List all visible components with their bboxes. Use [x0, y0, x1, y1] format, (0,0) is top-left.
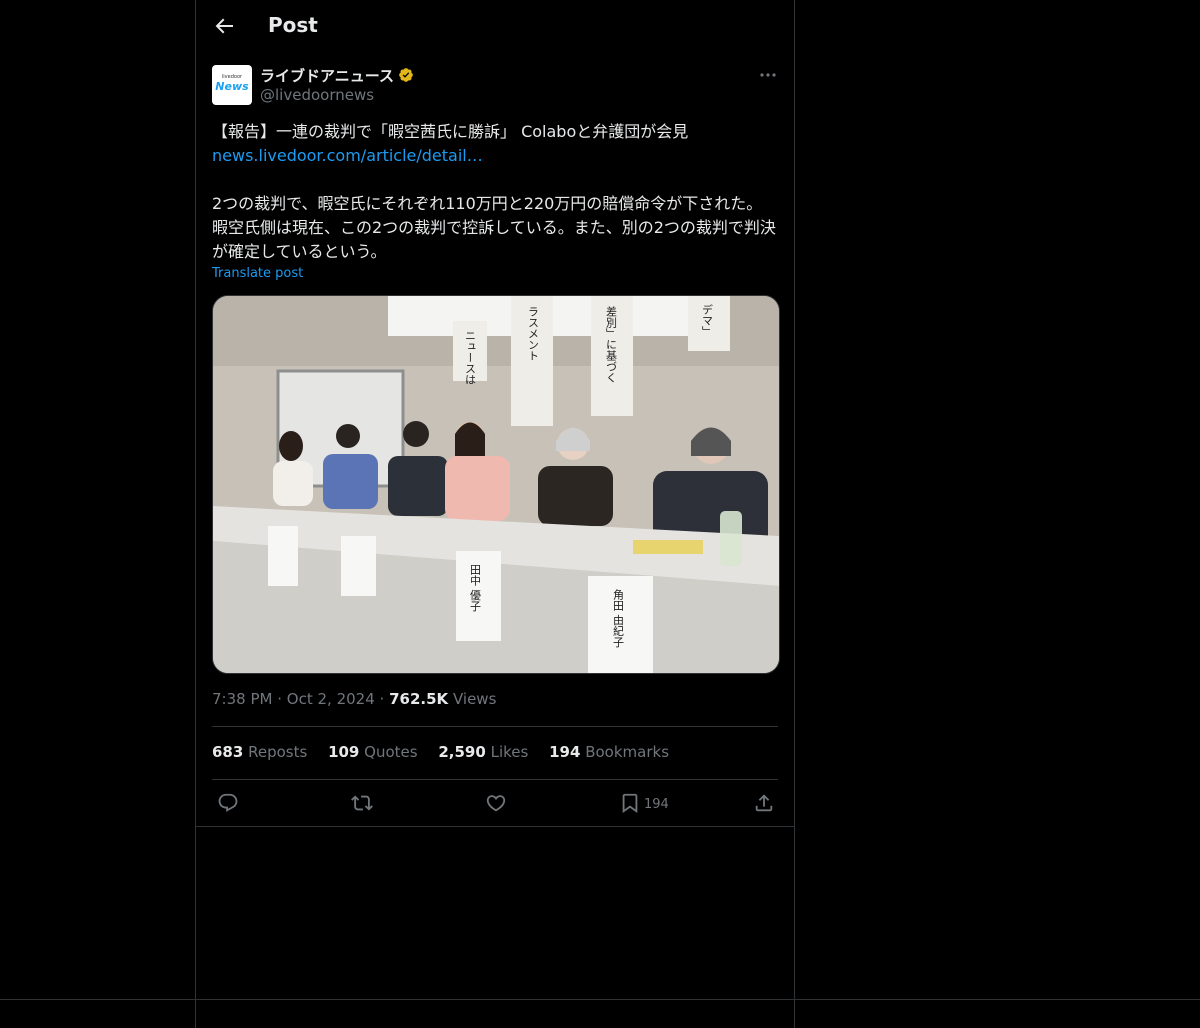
back-icon[interactable] — [212, 14, 236, 38]
like-icon[interactable] — [485, 792, 507, 814]
engagement-stats: 683 Reposts 109 Quotes 2,590 Likes 194 B… — [212, 743, 685, 761]
repost-icon[interactable] — [351, 792, 373, 814]
page-title: Post — [268, 13, 318, 37]
verified-icon — [398, 67, 414, 83]
press-conference-photo: ニュースは ラスメント 差別」に基づく デマ」 田中 優子 角田 由紀子 — [213, 296, 779, 673]
divider — [196, 826, 794, 827]
avatar[interactable]: livedoor News — [212, 65, 252, 105]
quotes-stat[interactable]: 109 Quotes — [328, 743, 418, 761]
reposts-stat[interactable]: 683 Reposts — [212, 743, 307, 761]
bookmark-icon[interactable] — [619, 792, 641, 814]
post-photo[interactable]: ニュースは ラスメント 差別」に基づく デマ」 田中 優子 角田 由紀子 — [212, 295, 780, 674]
post-text: 【報告】一連の裁判で「暇空茜氏に勝訴」 Colaboと弁護団が会見 news.l… — [212, 120, 778, 264]
main-column: Post livedoor News ライブドアニュース @livedoorne… — [195, 0, 795, 1028]
avatar-logo-main: News — [215, 80, 249, 93]
sign-d-text: デマ」 — [701, 303, 714, 337]
reply-icon[interactable] — [217, 792, 239, 814]
sign-a-text: ニュースは — [464, 330, 477, 385]
share-icon[interactable] — [753, 792, 775, 814]
translate-post-link[interactable]: Translate post — [212, 266, 303, 281]
header: Post — [196, 0, 794, 53]
article-link[interactable]: news.livedoor.com/article/detail… — [212, 146, 483, 165]
more-icon[interactable] — [756, 66, 780, 84]
views-label: Views — [452, 690, 497, 708]
views-count: 762.5K — [389, 690, 449, 708]
divider — [212, 726, 778, 727]
post-time[interactable]: 7:38 PM — [212, 690, 272, 708]
sign-c-text: 差別」に基づく — [605, 305, 618, 383]
sign-b-text: ラスメント — [527, 306, 540, 361]
author-name[interactable]: ライブドアニュース — [260, 65, 394, 86]
post-meta: 7:38 PM · Oct 2, 2024 · 762.5K Views — [212, 690, 497, 708]
nameplate-2-text: 角田 由紀子 — [612, 589, 625, 648]
bookmark-count: 194 — [644, 797, 669, 812]
likes-stat[interactable]: 2,590 Likes — [438, 743, 528, 761]
bookmarks-stat[interactable]: 194 Bookmarks — [549, 743, 669, 761]
action-bar: 194 — [196, 790, 794, 818]
post-date[interactable]: Oct 2, 2024 — [287, 690, 375, 708]
nameplate-1-text: 田中 優子 — [469, 564, 482, 612]
divider — [212, 779, 778, 780]
post-paragraph: 2つの裁判で、暇空氏にそれぞれ110万円と220万円の賠償命令が下された。暇空氏… — [212, 194, 776, 261]
divider — [0, 999, 1200, 1000]
post-headline: 【報告】一連の裁判で「暇空茜氏に勝訴」 Colaboと弁護団が会見 — [212, 122, 689, 141]
author-handle[interactable]: @livedoornews — [260, 86, 374, 104]
